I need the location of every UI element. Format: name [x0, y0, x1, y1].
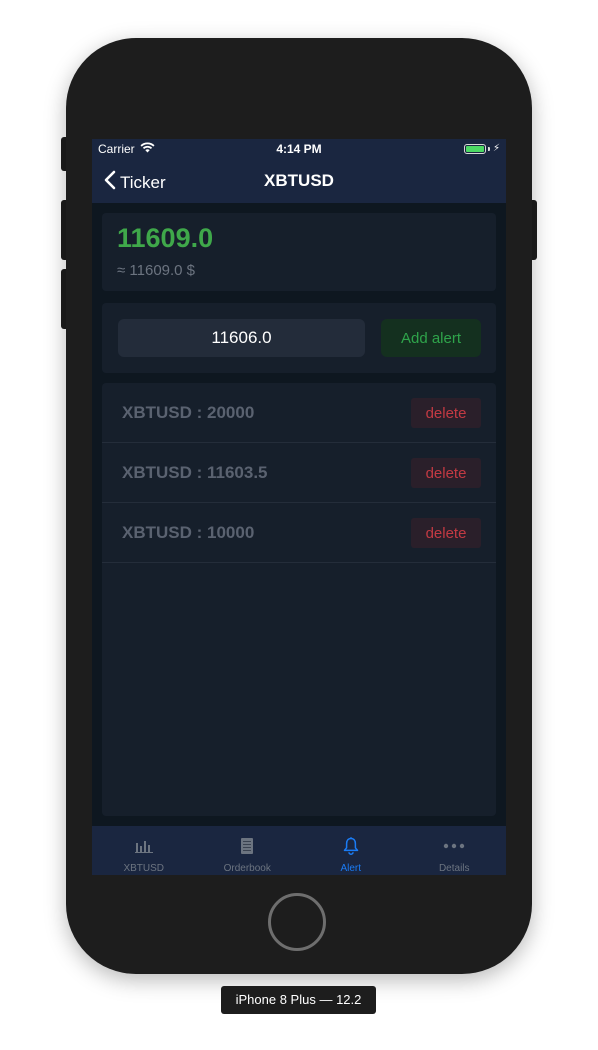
tab-alert[interactable]: Alert	[299, 826, 403, 875]
alert-label: XBTUSD : 20000	[122, 403, 255, 422]
alerts-list: XBTUSD : 20000 delete XBTUSD : 11603.5 d…	[102, 383, 496, 816]
app-screen: Carrier 4:14 PM ⚡ Ticker XBTUSD 11609.0 …	[92, 139, 506, 875]
page-title: XBTUSD	[264, 171, 334, 190]
home-button[interactable]	[268, 893, 326, 951]
tab-xbtusd[interactable]: XBTUSD	[92, 826, 196, 875]
last-price: 11609.0	[117, 223, 214, 253]
tab-bar: XBTUSD Orderbook Alert Details	[92, 826, 506, 875]
charging-bolt-icon: ⚡	[492, 143, 500, 154]
battery-icon	[463, 143, 486, 154]
alert-price-input[interactable]	[118, 319, 365, 357]
device-label: iPhone 8 Plus — 12.2	[221, 986, 376, 1014]
battery-indicator: ⚡	[463, 143, 500, 154]
delete-button[interactable]: delete	[411, 458, 481, 488]
price-card: 11609.0 ≈ 11609.0 $	[102, 213, 496, 291]
approx-price: ≈ 11609.0 $	[117, 262, 196, 279]
navigation-bar: Carrier 4:14 PM ⚡ Ticker XBTUSD	[92, 139, 506, 203]
tab-label: Details	[438, 863, 470, 874]
delete-button[interactable]: delete	[411, 518, 481, 548]
list-item: XBTUSD : 20000 delete	[102, 383, 496, 443]
tab-label: XBTUSD	[123, 863, 165, 874]
alert-label: XBTUSD : 10000	[122, 523, 255, 542]
chart-bars-icon	[134, 835, 153, 857]
list-item: XBTUSD : 11603.5 delete	[102, 443, 496, 503]
add-alert-card: Add alert	[102, 303, 496, 373]
add-alert-button[interactable]: Add alert	[381, 319, 481, 357]
delete-button[interactable]: delete	[411, 398, 481, 428]
status-time: 4:14 PM	[276, 142, 322, 156]
bell-icon	[343, 835, 359, 857]
list-item: XBTUSD : 10000 delete	[102, 503, 496, 563]
simulator-stage: Carrier 4:14 PM ⚡ Ticker XBTUSD 11609.0 …	[0, 0, 598, 1050]
document-icon	[241, 835, 254, 857]
tab-orderbook[interactable]: Orderbook	[196, 826, 300, 875]
ellipsis-icon	[443, 835, 465, 857]
tab-details[interactable]: Details	[403, 826, 507, 875]
tab-label: Orderbook	[223, 863, 271, 874]
alert-label: XBTUSD : 11603.5	[122, 463, 268, 482]
tab-label: Alert	[340, 863, 362, 874]
